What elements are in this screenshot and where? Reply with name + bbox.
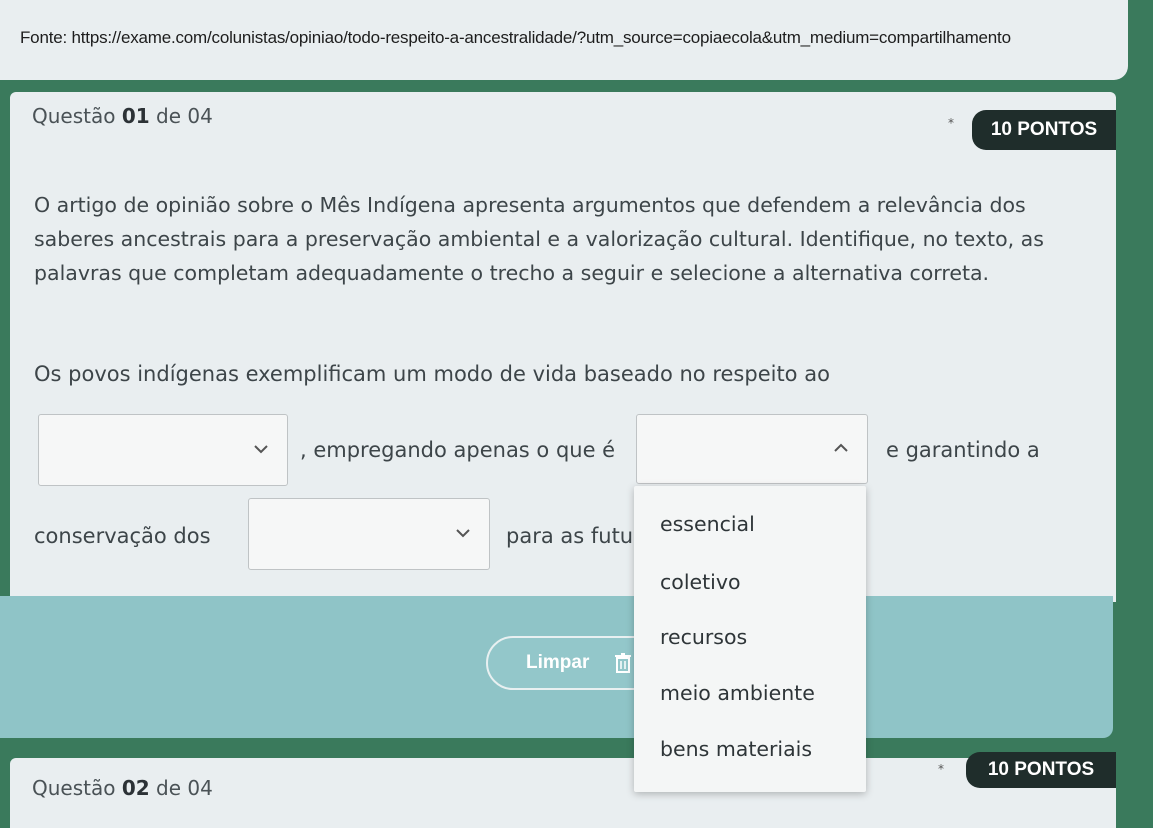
question-label: Questão: [32, 104, 116, 128]
source-card: Fonte: https://exame.com/colunistas/opin…: [0, 0, 1128, 80]
dropdown-option[interactable]: recursos: [660, 625, 747, 649]
points-badge: 10 PONTOS: [966, 752, 1116, 788]
question-total: de 04: [156, 776, 213, 800]
question-2-card: Questão 02 de 04 * 10 PONTOS: [10, 752, 1116, 828]
chevron-down-icon: [455, 526, 471, 542]
dropdown-option[interactable]: essencial: [660, 512, 755, 536]
sentence-fragment-2: e garantindo a: [886, 438, 1040, 462]
source-citation: Fonte: https://exame.com/colunistas/opin…: [20, 28, 1011, 47]
sentence-line-1: Os povos indígenas exemplificam um modo …: [34, 362, 830, 386]
answer-dropdown-list: essencial coletivo recursos meio ambient…: [634, 486, 866, 792]
asterisk-icon: *: [938, 762, 944, 776]
sentence-fragment-1: , empregando apenas o que é: [300, 438, 616, 462]
question-total: de 04: [156, 104, 213, 128]
question-2-header: Questão 02 de 04: [32, 776, 213, 800]
question-prompt: O artigo de opinião sobre o Mês Indígena…: [34, 193, 1044, 285]
dropdown-option[interactable]: bens materiais: [660, 737, 812, 761]
chevron-up-icon: [833, 441, 849, 457]
question-number: 02: [121, 776, 150, 800]
answer-select-1[interactable]: [38, 414, 288, 486]
asterisk-icon: *: [948, 116, 954, 130]
points-badge: 10 PONTOS: [972, 110, 1116, 150]
sentence-fragment-4: para as futu: [506, 524, 634, 548]
answer-select-2[interactable]: [636, 414, 868, 484]
answer-select-3[interactable]: [248, 498, 490, 570]
question-label: Questão: [32, 776, 116, 800]
dropdown-option[interactable]: meio ambiente: [660, 681, 815, 705]
question-1-card: Questão 01 de 04 * 10 PONTOS O artigo de…: [10, 92, 1116, 602]
sentence-fragment-3: conservação dos: [34, 524, 211, 548]
trash-icon: [614, 653, 632, 673]
question-number: 01: [121, 104, 150, 128]
chevron-down-icon: [253, 442, 269, 458]
question-1-header: Questão 01 de 04: [32, 104, 213, 128]
clear-button-label: Limpar: [526, 652, 590, 673]
dropdown-option[interactable]: coletivo: [660, 570, 741, 594]
